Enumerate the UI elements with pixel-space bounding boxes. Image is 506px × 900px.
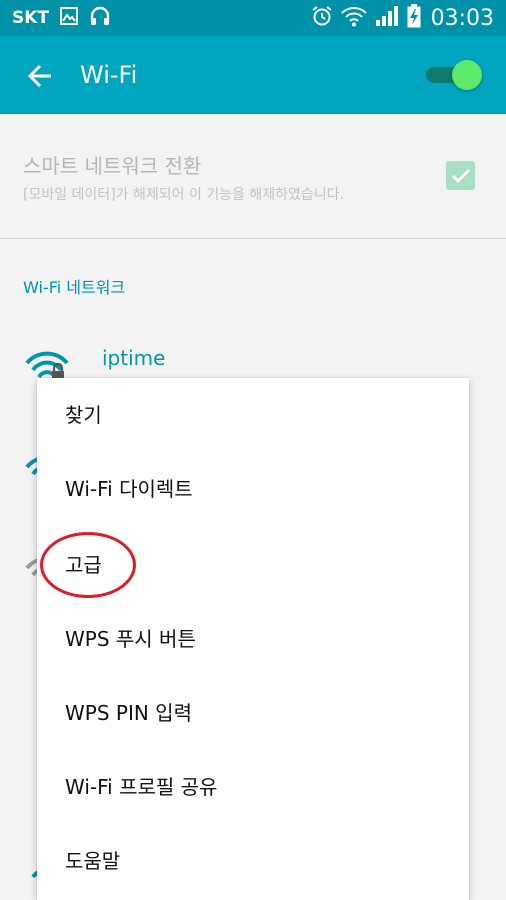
- status-bar-right: 03:03: [311, 0, 494, 36]
- cell-signal-icon: [375, 5, 399, 31]
- smart-network-checkbox[interactable]: [446, 161, 475, 190]
- wifi-signal-icon: [340, 5, 367, 31]
- smart-network-subtitle: [모바일 데이터]가 해제되어 이 기능을 해제하였습니다.: [23, 187, 344, 203]
- menu-item-scan[interactable]: 찾기: [37, 378, 469, 452]
- menu-item-wifi-profile-share[interactable]: Wi-Fi 프로필 공유: [37, 750, 469, 824]
- menu-item-wps-pin-entry[interactable]: WPS PIN 입력: [37, 676, 469, 750]
- gallery-icon: [59, 6, 79, 31]
- back-button[interactable]: [18, 54, 62, 98]
- menu-item-label: WPS 푸시 버튼: [65, 627, 196, 651]
- menu-item-label: 도움말: [65, 849, 121, 873]
- menu-item-wps-push-button[interactable]: WPS 푸시 버튼: [37, 602, 469, 676]
- page-title: Wi-Fi: [80, 61, 138, 89]
- headphones-icon: [89, 6, 111, 31]
- checkmark-icon: [451, 168, 470, 183]
- network-name-iptime[interactable]: iptime: [102, 346, 165, 370]
- smart-network-switch-row[interactable]: 스마트 네트워크 전환 [모바일 데이터]가 해제되어 이 기능을 해제하였습니…: [0, 114, 506, 238]
- menu-item-label: 고급: [65, 553, 102, 577]
- app-toolbar: Wi-Fi: [0, 36, 506, 114]
- menu-item-label: 찾기: [65, 403, 102, 427]
- status-bar: SKT 03:03: [0, 0, 506, 36]
- clock: 03:03: [430, 5, 494, 31]
- menu-item-label: Wi-Fi 프로필 공유: [65, 775, 218, 799]
- menu-item-help[interactable]: 도움말: [37, 824, 469, 898]
- wifi-master-toggle[interactable]: [424, 60, 482, 90]
- menu-item-label: WPS PIN 입력: [65, 701, 192, 725]
- menu-item-advanced[interactable]: 고급: [37, 528, 469, 602]
- carrier-label: SKT: [12, 8, 50, 28]
- back-arrow-icon: [27, 64, 51, 88]
- smart-network-title: 스마트 네트워크 전환: [23, 154, 202, 178]
- status-bar-left: SKT: [12, 0, 111, 36]
- alarm-icon: [311, 5, 333, 31]
- toggle-thumb: [452, 60, 482, 90]
- menu-item-label: Wi-Fi 다이렉트: [65, 477, 193, 501]
- overflow-menu: 찾기 Wi-Fi 다이렉트 고급 WPS 푸시 버튼 WPS PIN 입력 Wi…: [37, 378, 469, 900]
- wifi-networks-header: Wi-Fi 네트워크: [23, 278, 126, 297]
- menu-item-wifi-direct[interactable]: Wi-Fi 다이렉트: [37, 452, 469, 526]
- battery-charging-icon: [407, 4, 421, 32]
- section-divider: [0, 238, 506, 239]
